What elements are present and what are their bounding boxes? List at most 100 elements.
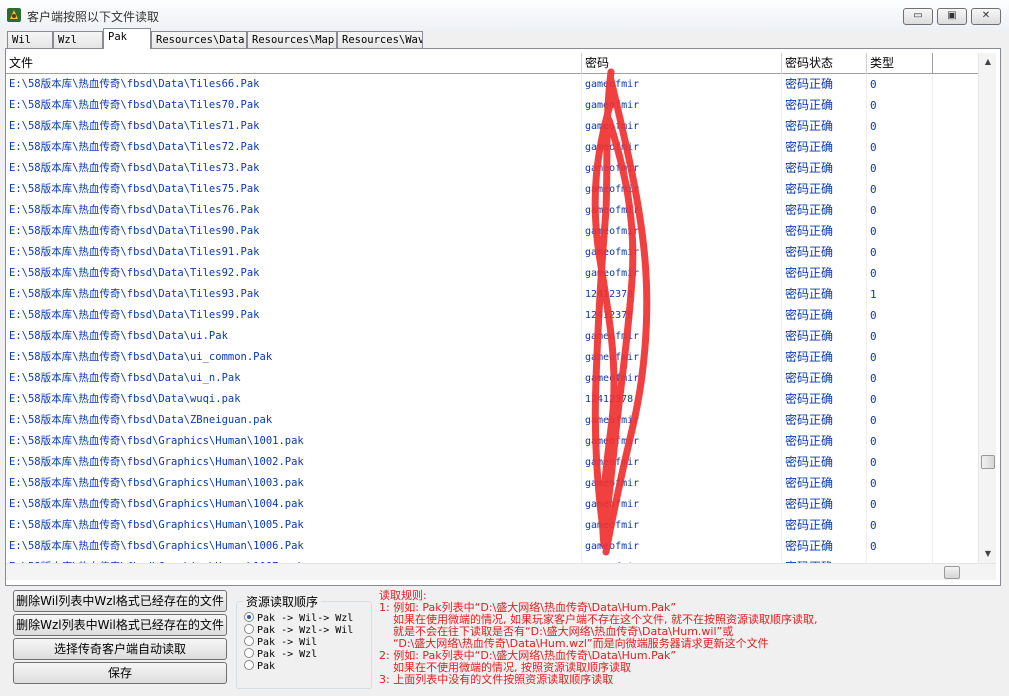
tab-resources-data[interactable]: Resources\Data <box>151 31 247 49</box>
radio-button-icon[interactable] <box>244 660 254 670</box>
resource-order-option[interactable]: Pak <box>244 660 275 673</box>
password-status-cell: 密码正确 <box>782 221 867 242</box>
password-cell: gameofmir <box>582 494 782 515</box>
delete-wzl-dupes-button[interactable]: 删除Wil列表中Wzl格式已经存在的文件 <box>13 590 227 612</box>
password-status-cell: 密码正确 <box>782 74 867 95</box>
type-cell: 0 <box>867 515 933 536</box>
file-list[interactable]: 文件 密码 密码状态 类型 E:\58版本库\热血传奇\fbsd\Data\Ti… <box>6 53 978 563</box>
tab-wzl[interactable]: Wzl <box>53 31 103 49</box>
vertical-scroll-thumb[interactable] <box>981 455 995 469</box>
table-row[interactable]: E:\58版本库\热血传奇\fbsd\Graphics\Human\1001.p… <box>6 431 946 452</box>
type-cell: 0 <box>867 116 933 137</box>
table-row[interactable]: E:\58版本库\热血传奇\fbsd\Data\ui_n.Pak gameofmi… <box>6 368 946 389</box>
column-header-password[interactable]: 密码 <box>582 53 782 74</box>
password-cell: gameofmir <box>582 158 782 179</box>
scroll-down-icon[interactable]: ▼ <box>979 549 997 558</box>
horizontal-scrollbar[interactable] <box>6 563 996 580</box>
password-cell: gameofmir <box>582 347 782 368</box>
radio-label: Pak <box>257 661 276 672</box>
table-row[interactable]: E:\58版本库\热血传奇\fbsd\Data\Tiles99.Pak 12412… <box>6 305 946 326</box>
type-cell: 0 <box>867 494 933 515</box>
table-row[interactable]: E:\58版本库\热血传奇\fbsd\Data\Tiles73.Pak gameo… <box>6 158 946 179</box>
type-cell: 0 <box>867 452 933 473</box>
save-button[interactable]: 保存 <box>13 662 227 684</box>
type-cell: 0 <box>867 179 933 200</box>
password-cell: gameofmir <box>582 179 782 200</box>
radio-label: Pak -> Wzl <box>257 649 318 660</box>
type-cell: 0 <box>867 242 933 263</box>
file-path-cell: E:\58版本库\热血传奇\fbsd\Graphics\Human\1001.p… <box>6 431 582 452</box>
table-row[interactable]: E:\58版本库\热血传奇\fbsd\Data\Tiles75.Pak gameo… <box>6 179 946 200</box>
file-path-cell: E:\58版本库\热血传奇\fbsd\Data\Tiles73.Pak <box>6 158 582 179</box>
type-cell: 0 <box>867 95 933 116</box>
password-status-cell: 密码正确 <box>782 536 867 557</box>
radio-button-icon[interactable] <box>244 648 254 658</box>
tab-wil[interactable]: Wil <box>7 31 53 49</box>
table-row[interactable]: E:\58版本库\热血传奇\fbsd\Data\Tiles91.Pak gameo… <box>6 242 946 263</box>
column-header-password-status[interactable]: 密码状态 <box>782 53 867 74</box>
type-cell: 0 <box>867 200 933 221</box>
delete-wil-dupes-button[interactable]: 删除Wzl列表中Wil格式已经存在的文件 <box>13 614 227 636</box>
radio-button-icon[interactable] <box>244 612 254 622</box>
file-path-cell: E:\58版本库\热血传奇\fbsd\Graphics\Human\1002.P… <box>6 452 582 473</box>
auto-read-client-button[interactable]: 选择传奇客户端自动读取 <box>13 638 227 660</box>
tab-resources-map[interactable]: Resources\Map <box>247 31 337 49</box>
resource-order-title: 资源读取顺序 <box>243 593 322 610</box>
column-header-file[interactable]: 文件 <box>6 53 582 74</box>
password-cell: gameofmir <box>582 200 782 221</box>
type-cell: 0 <box>867 158 933 179</box>
minimize-button[interactable]: ▭ <box>903 8 933 25</box>
file-path-cell: E:\58版本库\热血传奇\fbsd\Graphics\Human\1005.P… <box>6 515 582 536</box>
rule-line: 3: 上面列表中没有的文件按照资源读取顺序读取 <box>379 673 614 686</box>
password-status-cell: 密码正确 <box>782 305 867 326</box>
password-status-cell: 密码正确 <box>782 326 867 347</box>
table-row[interactable]: E:\58版本库\热血传奇\fbsd\Data\Tiles66.Pak gameo… <box>6 74 946 95</box>
file-path-cell: E:\58版本库\热血传奇\fbsd\Data\Tiles71.Pak <box>6 116 582 137</box>
password-status-cell: 密码正确 <box>782 200 867 221</box>
table-row[interactable]: E:\58版本库\热血传奇\fbsd\Data\ui.Pak gameofmir 密… <box>6 326 946 347</box>
file-path-cell: E:\58版本库\热血传奇\fbsd\Graphics\Human\1006.P… <box>6 536 582 557</box>
close-button[interactable]: ✕ <box>971 8 1001 25</box>
maximize-button[interactable]: ▣ <box>937 8 967 25</box>
type-cell: 0 <box>867 221 933 242</box>
table-row[interactable]: E:\58版本库\热血传奇\fbsd\Data\Tiles71.Pak gameo… <box>6 116 946 137</box>
table-row[interactable]: E:\58版本库\热血传奇\fbsd\Data\Tiles76.Pak gameo… <box>6 200 946 221</box>
radio-label: Pak -> Wzl-> Wil <box>257 625 354 636</box>
horizontal-scroll-thumb[interactable] <box>944 566 960 579</box>
radio-label: Pak -> Wil-> Wzl <box>257 613 354 624</box>
password-status-cell: 密码正确 <box>782 452 867 473</box>
password-cell: 12412378 <box>582 284 782 305</box>
table-row[interactable]: E:\58版本库\热血传奇\fbsd\Data\Tiles70.Pak gameo… <box>6 95 946 116</box>
password-cell: gameofmir <box>582 263 782 284</box>
vertical-scrollbar[interactable]: ▲ ▼ <box>978 53 996 563</box>
radio-button-icon[interactable] <box>244 624 254 634</box>
column-header-type[interactable]: 类型 <box>867 53 933 74</box>
table-row[interactable]: E:\58版本库\热血传奇\fbsd\Data\Tiles72.Pak gameo… <box>6 137 946 158</box>
scroll-up-icon[interactable]: ▲ <box>979 57 997 66</box>
type-cell: 0 <box>867 431 933 452</box>
table-row[interactable]: E:\58版本库\热血传奇\fbsd\Graphics\Human\1006.P… <box>6 536 946 557</box>
password-cell: gameofmir <box>582 473 782 494</box>
table-row[interactable]: E:\58版本库\热血传奇\fbsd\Data\ui_common.Pak gam… <box>6 347 946 368</box>
table-row[interactable]: E:\58版本库\热血传奇\fbsd\Graphics\Human\1002.P… <box>6 452 946 473</box>
table-row[interactable]: E:\58版本库\热血传奇\fbsd\Data\Tiles92.Pak gameo… <box>6 263 946 284</box>
table-row[interactable]: E:\58版本库\热血传奇\fbsd\Data\Tiles90.Pak gameo… <box>6 221 946 242</box>
title-bar: 客户端按照以下文件读取 ▭ ▣ ✕ <box>0 0 1009 30</box>
password-status-cell: 密码正确 <box>782 494 867 515</box>
password-cell: gameofmir <box>582 536 782 557</box>
password-status-cell: 密码正确 <box>782 368 867 389</box>
password-cell: gameofmir <box>582 74 782 95</box>
tab-resources-wav[interactable]: Resources\Wav <box>337 31 423 49</box>
table-row[interactable]: E:\58版本库\热血传奇\fbsd\Data\ZBneiguan.pak gam… <box>6 410 946 431</box>
table-row[interactable]: E:\58版本库\热血传奇\fbsd\Data\wuqi.pak 12412378… <box>6 389 946 410</box>
table-row[interactable]: E:\58版本库\热血传奇\fbsd\Graphics\Human\1004.p… <box>6 494 946 515</box>
type-cell: 1 <box>867 284 933 305</box>
radio-button-icon[interactable] <box>244 636 254 646</box>
tab-pak[interactable]: Pak <box>103 28 151 49</box>
radio-label: Pak -> Wil <box>257 637 318 648</box>
password-cell: 12412378 <box>582 305 782 326</box>
table-row[interactable]: E:\58版本库\热血传奇\fbsd\Graphics\Human\1005.P… <box>6 515 946 536</box>
table-row[interactable]: E:\58版本库\热血传奇\fbsd\Data\Tiles93.Pak 12412… <box>6 284 946 305</box>
table-row[interactable]: E:\58版本库\热血传奇\fbsd\Graphics\Human\1003.p… <box>6 473 946 494</box>
file-path-cell: E:\58版本库\热血传奇\fbsd\Data\Tiles76.Pak <box>6 200 582 221</box>
